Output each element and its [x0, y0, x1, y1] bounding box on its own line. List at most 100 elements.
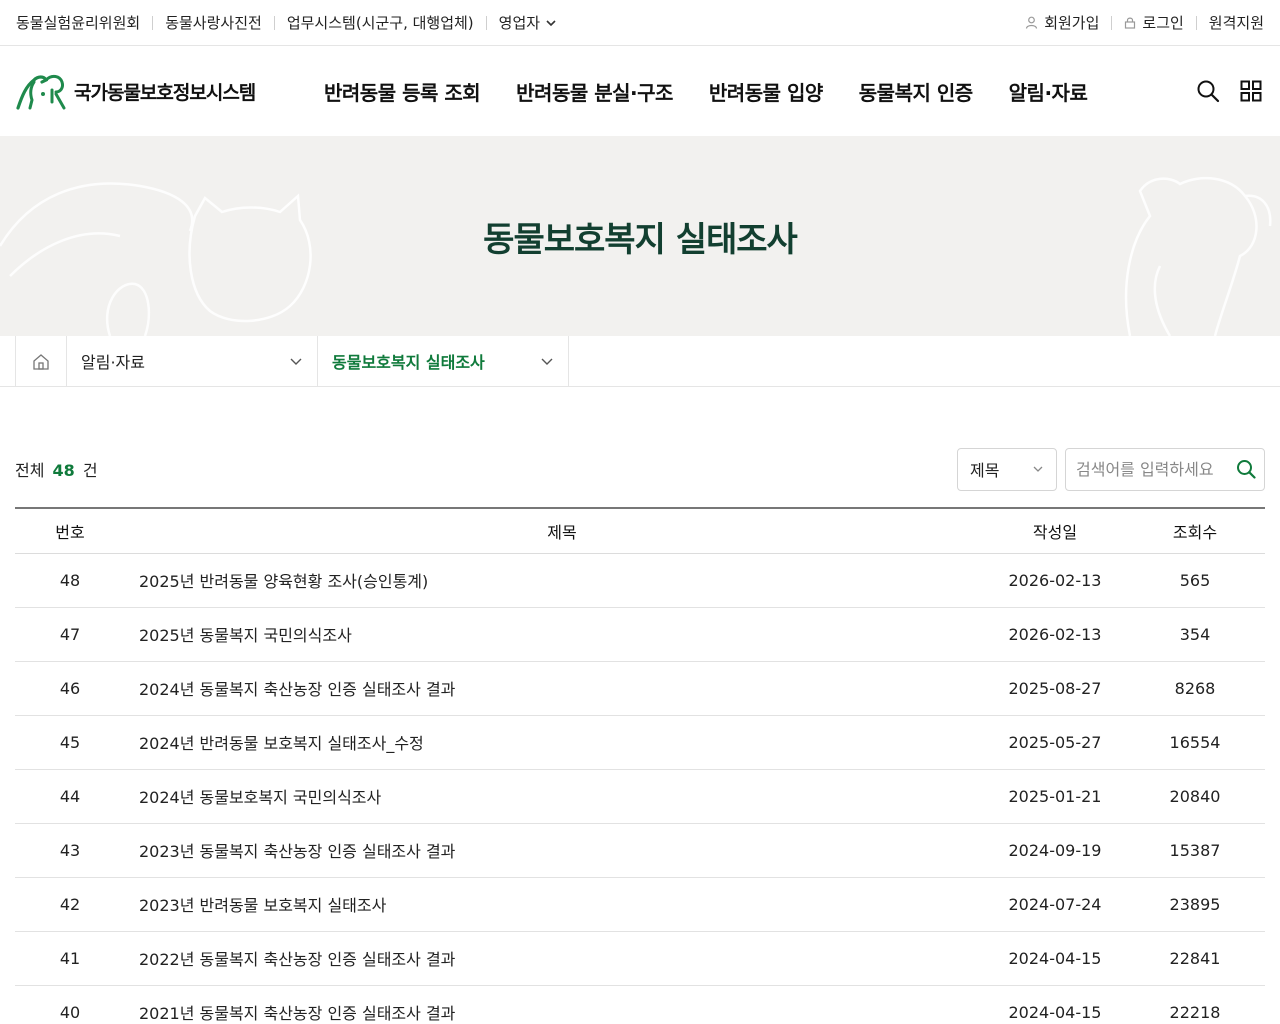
row-views: 354: [1125, 607, 1265, 662]
search-field-select[interactable]: 제목: [957, 447, 1057, 491]
total-prefix: 전체: [15, 461, 45, 480]
row-views: 22841: [1125, 931, 1265, 986]
search-box: [1065, 447, 1265, 491]
table-row[interactable]: 47 2025년 동물복지 국민의식조사 2026-02-13 354: [15, 607, 1265, 662]
row-date: 2025-08-27: [985, 661, 1125, 716]
chevron-down-icon: [546, 19, 556, 26]
row-date: 2026-02-13: [985, 553, 1125, 608]
row-date: 2025-05-27: [985, 715, 1125, 770]
row-views: 23895: [1125, 877, 1265, 932]
breadcrumb-level2-select[interactable]: 동물보호복지 실태조사: [318, 336, 569, 386]
table-row[interactable]: 40 2021년 동물복지 축산농장 인증 실태조사 결과 2024-04-15 22…: [15, 985, 1265, 1024]
row-number: 42: [15, 877, 125, 932]
chevron-down-icon: [1033, 466, 1043, 472]
login-label: 로그인: [1142, 14, 1184, 32]
gnb-item-notice-data[interactable]: 알림·자료: [1009, 77, 1088, 106]
util-link-photo-contest[interactable]: 동물사랑사진전: [165, 12, 262, 33]
page-banner: 동물보호복지 실태조사: [0, 136, 1280, 336]
breadcrumb-level1-label: 알림·자료: [81, 353, 145, 372]
row-title-link[interactable]: 2023년 동물복지 축산농장 인증 실태조사 결과: [125, 823, 985, 878]
row-title-link[interactable]: 2025년 반려동물 양육현황 조사(승인통계): [125, 553, 985, 608]
search-button[interactable]: [1196, 79, 1220, 103]
breadcrumb-home[interactable]: [15, 336, 67, 386]
table-row[interactable]: 44 2024년 동물보호복지 국민의식조사 2025-01-21 20840: [15, 769, 1265, 824]
gnb-item-lost-rescue[interactable]: 반려동물 분실·구조: [516, 77, 673, 106]
lock-icon: [1125, 17, 1136, 29]
signup-link[interactable]: 회원가입: [1025, 12, 1099, 33]
divider: [1111, 15, 1113, 30]
page-title: 동물보호복지 실태조사: [483, 219, 798, 260]
table-row[interactable]: 41 2022년 동물복지 축산농장 인증 실태조사 결과 2024-04-15 22…: [15, 931, 1265, 986]
util-dropdown-business-label: 영업자: [498, 14, 541, 32]
row-title-link[interactable]: 2024년 반려동물 보호복지 실태조사_수정: [125, 715, 985, 770]
table-row[interactable]: 45 2024년 반려동물 보호복지 실태조사_수정 2025-05-27 16554: [15, 715, 1265, 770]
row-views: 20840: [1125, 769, 1265, 824]
sitemap-button[interactable]: [1240, 80, 1262, 102]
table-row[interactable]: 48 2025년 반려동물 양육현황 조사(승인통계) 2026-02-13 565: [15, 553, 1265, 608]
gnb-item-welfare-cert[interactable]: 동물복지 인증: [859, 77, 973, 106]
row-title-link[interactable]: 2022년 동물복지 축산농장 인증 실태조사 결과: [125, 931, 985, 986]
grid-menu-icon: [1240, 80, 1262, 102]
utility-links: 동물실험윤리위원회 동물사랑사진전 업무시스템(시군구, 대행업체) 영업자: [16, 12, 557, 33]
breadcrumb-level1-select[interactable]: 알림·자료: [67, 336, 318, 386]
column-header-number: 번호: [15, 507, 125, 554]
login-link[interactable]: 로그인: [1124, 12, 1184, 33]
table-row[interactable]: 46 2024년 동물복지 축산농장 인증 실태조사 결과 2025-08-27 82…: [15, 661, 1265, 716]
total-count-number: 48: [52, 461, 75, 480]
divider: [152, 15, 154, 30]
divider: [485, 15, 487, 30]
logo-text: 국가동물보호정보시스템: [74, 81, 256, 104]
divider: [273, 15, 275, 30]
breadcrumb: 알림·자료 동물보호복지 실태조사: [0, 336, 1280, 387]
column-header-title: 제목: [125, 507, 985, 554]
row-number: 45: [15, 715, 125, 770]
util-dropdown-business[interactable]: 영업자: [499, 12, 557, 33]
row-number: 41: [15, 931, 125, 986]
search-input[interactable]: [1076, 459, 1226, 479]
chevron-down-icon: [541, 358, 553, 365]
row-views: 22218: [1125, 985, 1265, 1024]
search-submit-button[interactable]: [1236, 459, 1256, 479]
chevron-down-icon: [290, 358, 302, 365]
gnb-item-registration[interactable]: 반려동물 등록 조회: [324, 77, 481, 106]
row-date: 2025-01-21: [985, 769, 1125, 824]
table-row[interactable]: 42 2023년 반려동물 보호복지 실태조사 2024-07-24 23895: [15, 877, 1265, 932]
divider: [1195, 15, 1197, 30]
signup-label: 회원가입: [1044, 14, 1100, 32]
row-date: 2024-04-15: [985, 985, 1125, 1024]
column-header-views: 조회수: [1125, 507, 1265, 554]
row-views: 15387: [1125, 823, 1265, 878]
table-header: 번호 제목 작성일 조회수: [15, 507, 1265, 554]
search-form: 제목: [957, 447, 1265, 491]
row-number: 46: [15, 661, 125, 716]
total-suffix: 건: [82, 461, 98, 480]
util-link-animal-ethics[interactable]: 동물실험윤리위원회: [16, 12, 140, 33]
list-toolbar: 전체 48 건 제목: [15, 447, 1265, 491]
utility-account: 회원가입 로그인 원격지원: [1025, 12, 1264, 33]
search-field-value: 제목: [970, 461, 1000, 480]
row-date: 2024-07-24: [985, 877, 1125, 932]
util-link-work-system[interactable]: 업무시스템(시군구, 대행업체): [287, 12, 474, 33]
utility-bar: 동물실험윤리위원회 동물사랑사진전 업무시스템(시군구, 대행업체) 영업자 회…: [0, 0, 1280, 46]
row-date: 2026-02-13: [985, 607, 1125, 662]
search-icon: [1197, 80, 1220, 103]
row-views: 8268: [1125, 661, 1265, 716]
row-title-link[interactable]: 2025년 동물복지 국민의식조사: [125, 607, 985, 662]
row-date: 2024-04-15: [985, 931, 1125, 986]
site-header: 국가동물보호정보시스템 반려동물 등록 조회 반려동물 분실·구조 반려동물 입…: [0, 46, 1280, 136]
user-icon: [1026, 16, 1038, 29]
board-table: 번호 제목 작성일 조회수 48 2025년 반려동물 양육현황 조사(승인통계)…: [15, 507, 1265, 1024]
remote-support-link[interactable]: 원격지원: [1209, 12, 1264, 33]
row-number: 40: [15, 985, 125, 1024]
table-row[interactable]: 43 2023년 동물복지 축산농장 인증 실태조사 결과 2024-09-19 15…: [15, 823, 1265, 878]
row-number: 44: [15, 769, 125, 824]
row-title-link[interactable]: 2024년 동물복지 축산농장 인증 실태조사 결과: [125, 661, 985, 716]
gnb-item-adoption[interactable]: 반려동물 입양: [709, 77, 823, 106]
row-date: 2024-09-19: [985, 823, 1125, 878]
site-logo[interactable]: 국가동물보호정보시스템: [16, 72, 278, 110]
home-icon: [33, 353, 49, 370]
row-title-link[interactable]: 2021년 동물복지 축산농장 인증 실태조사 결과: [125, 985, 985, 1024]
total-count: 전체 48 건: [15, 457, 98, 481]
row-title-link[interactable]: 2023년 반려동물 보호복지 실태조사: [125, 877, 985, 932]
row-title-link[interactable]: 2024년 동물보호복지 국민의식조사: [125, 769, 985, 824]
